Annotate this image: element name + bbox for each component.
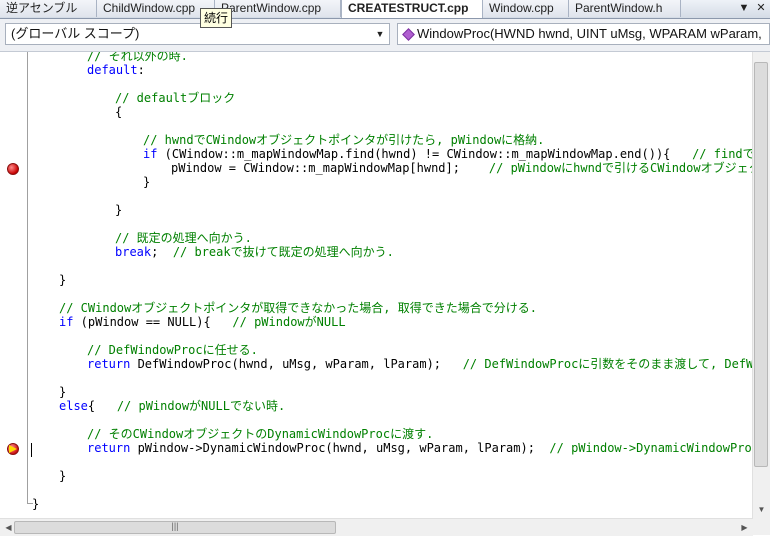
document-tab-strip: 逆アセンブル ChildWindow.cpp ParentWindow.cpp … — [0, 0, 770, 19]
code-line: { — [115, 105, 123, 119]
member-dropdown-value: WindowProc(HWND hwnd, UINT uMsg, WPARAM … — [417, 26, 762, 41]
code-line: // それ以外の時. — [87, 52, 188, 63]
scope-dropdown-value: (グローバル スコープ) — [11, 26, 140, 41]
horizontal-scroll-thumb[interactable]: ||| — [14, 521, 336, 534]
code-line-current-statement: return pWindow->DynamicWindowProc(hwnd, … — [87, 441, 752, 455]
code-line: default: — [87, 63, 145, 77]
code-line: // DefWindowProcに任せる. — [87, 343, 258, 357]
tab-list-dropdown-icon[interactable]: ▼ — [736, 0, 752, 17]
vertical-scrollbar[interactable]: ▼ — [752, 52, 770, 518]
horizontal-scrollbar[interactable]: ◀ ||| ▶ — [0, 518, 753, 536]
scroll-right-icon[interactable]: ▶ — [736, 519, 753, 536]
close-icon[interactable]: ✕ — [753, 0, 769, 17]
method-icon — [403, 30, 414, 39]
member-dropdown[interactable]: WindowProc(HWND hwnd, UINT uMsg, WPARAM … — [397, 23, 770, 45]
scrollbar-corner — [753, 518, 770, 535]
tab-createstruct-cpp[interactable]: CREATESTRUCT.cpp — [341, 0, 483, 18]
code-line: // hwndでCWindowオブジェクトポインタが引けたら, pWindowに… — [143, 133, 545, 147]
code-editor[interactable]: // それ以外の時. default: // defaultブロック { // … — [0, 52, 770, 518]
navigation-bar: (グローバル スコープ) ▼ WindowProc(HWND hwnd, UIN… — [0, 19, 770, 52]
code-line: } — [143, 175, 151, 189]
code-line: // 既定の処理へ向かう. — [115, 231, 252, 245]
breakpoint-icon[interactable] — [7, 163, 19, 175]
code-line: pWindow = CWindow::m_mapWindowMap[hwnd];… — [171, 161, 752, 175]
scroll-down-icon[interactable]: ▼ — [753, 501, 770, 518]
code-text-area[interactable]: // それ以外の時. default: // defaultブロック { // … — [32, 52, 752, 518]
code-line: else{ // pWindowがNULLでない時. — [59, 399, 286, 413]
code-line: // defaultブロック — [115, 91, 236, 105]
current-statement-breakpoint-icon[interactable] — [7, 443, 19, 455]
scope-dropdown[interactable]: (グローバル スコープ) ▼ — [5, 23, 390, 45]
code-line: // そのCWindowオブジェクトのDynamicWindowProcに渡す. — [87, 427, 434, 441]
code-line: return DefWindowProc(hwnd, uMsg, wParam,… — [87, 357, 752, 371]
code-line: if (CWindow::m_mapWindowMap.find(hwnd) !… — [143, 147, 752, 161]
tab-parentwindow-h[interactable]: ParentWindow.h — [569, 0, 681, 17]
continue-tooltip: 続行 — [200, 8, 233, 28]
code-line: } — [59, 273, 67, 287]
tab-window-cpp[interactable]: Window.cpp — [483, 0, 569, 17]
tab-childwindow-cpp[interactable]: ChildWindow.cpp — [97, 0, 215, 17]
indicator-margin[interactable] — [0, 52, 22, 518]
code-line: } — [59, 469, 67, 483]
code-line: // CWindowオブジェクトポインタが取得できなかった場合, 取得できた場合… — [59, 301, 537, 315]
chevron-down-icon: ▼ — [375, 29, 385, 39]
tab-disassembly[interactable]: 逆アセンブル — [0, 0, 97, 17]
code-line: } — [115, 203, 123, 217]
outline-line — [27, 52, 28, 504]
code-line: } — [32, 497, 40, 511]
tab-parentwindow-cpp[interactable]: ParentWindow.cpp — [215, 0, 341, 17]
code-line: break; // breakで抜けて既定の処理へ向かう. — [115, 245, 394, 259]
code-line: } — [59, 385, 67, 399]
code-line: if (pWindow == NULL){ // pWindowがNULL — [59, 315, 346, 329]
vertical-scroll-thumb[interactable] — [754, 62, 768, 467]
